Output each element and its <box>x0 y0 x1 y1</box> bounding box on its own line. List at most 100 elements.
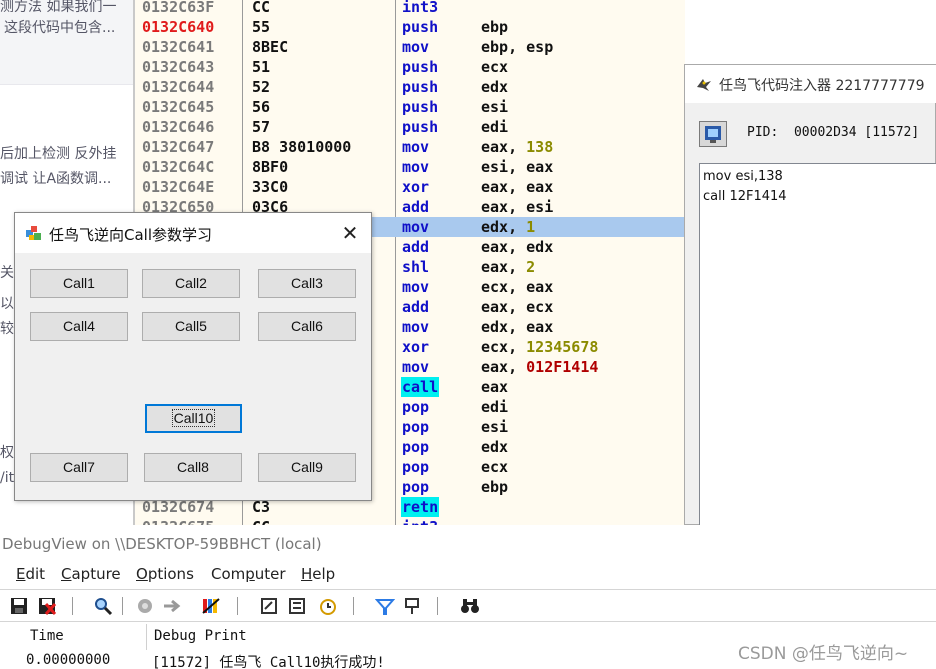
capture-icon[interactable] <box>135 596 155 616</box>
call7-button[interactable]: Call7 <box>30 453 128 482</box>
highlight-icon[interactable] <box>402 596 422 616</box>
disasm-row[interactable]: 0132C646 57 push edi <box>135 117 685 137</box>
disasm-operands: ebp <box>481 477 508 497</box>
disasm-row[interactable]: 0132C63F CC int3 <box>135 0 685 17</box>
call1-button[interactable]: Call1 <box>30 269 128 298</box>
log-time-cell[interactable]: 0.00000000 <box>26 652 110 668</box>
call4-button[interactable]: Call4 <box>30 312 128 341</box>
clock-icon[interactable] <box>318 596 338 616</box>
disasm-mnemonic: pop <box>402 478 430 496</box>
filter-icon[interactable] <box>375 596 395 616</box>
call10-label: Call10 <box>171 409 216 427</box>
disasm-mnemonic: add <box>402 238 430 256</box>
operand-token: eax, edx <box>481 238 554 256</box>
disasm-address: 0132C646 <box>142 118 215 136</box>
disasm-row[interactable]: 0132C644 52 push edx <box>135 77 685 97</box>
disasm-mnemonic: pop <box>402 438 430 456</box>
arrow-right-icon[interactable] <box>162 596 182 616</box>
operand-token: esi <box>481 98 509 116</box>
disasm-row[interactable]: 0132C675 CC int3 <box>135 517 685 525</box>
disasm-row[interactable]: 0132C643 51 push ecx <box>135 57 685 77</box>
process-picker-icon[interactable] <box>699 121 727 147</box>
operand-token: edi <box>481 398 509 416</box>
operand-token: eax <box>481 378 509 396</box>
menu-capture[interactable]: Capture <box>61 565 121 583</box>
disasm-operands: esi <box>481 97 508 117</box>
operand-token: ecx <box>481 58 509 76</box>
history-icon[interactable] <box>287 596 307 616</box>
disasm-mnemonic: int3 <box>401 517 439 525</box>
disasm-row[interactable]: 0132C64E 33C0 xor eax, eax <box>135 177 685 197</box>
disasm-row[interactable]: 0132C640 55 push ebp <box>135 17 685 37</box>
disasm-operands: esi <box>481 417 508 437</box>
call2-button[interactable]: Call2 <box>142 269 240 298</box>
disasm-bytes: 8BF0 <box>252 158 289 176</box>
blog-snippet[interactable]: 后加上检测 反外挂 <box>0 143 116 163</box>
pid-display: PID: 00002D34 [11572] <box>747 125 919 140</box>
disasm-operands: eax, ecx <box>481 297 553 317</box>
menu-edit[interactable]: Edit <box>16 565 45 583</box>
filter-color-icon[interactable] <box>201 596 221 616</box>
column-header-debug-print[interactable]: Debug Print <box>154 628 247 644</box>
operand-token: 138 <box>526 138 554 156</box>
disasm-row[interactable]: 0132C647 B8 38010000 mov eax, 138 <box>135 137 685 157</box>
blog-snippet: 这段代码中包含... <box>4 20 116 36</box>
disasm-row[interactable]: 0132C64C 8BF0 mov esi, eax <box>135 157 685 177</box>
injector-title-bar[interactable]: 任鸟飞代码注入器 2217777779 <box>685 65 936 103</box>
code-editor[interactable]: mov esi,138 call 12F1414 <box>699 163 936 526</box>
log-message-cell[interactable]: [11572] 任鸟飞 Call10执行成功! <box>152 652 385 669</box>
disasm-mnemonic: push <box>402 118 439 136</box>
disasm-operands: edx <box>481 77 508 97</box>
disasm-operands: edx <box>481 437 508 457</box>
dialog-title-bar[interactable]: 任鸟飞逆向Call参数学习 ✕ <box>15 213 371 253</box>
call3-button[interactable]: Call3 <box>258 269 356 298</box>
find-icon[interactable] <box>93 596 113 616</box>
disasm-mnemonic: mov <box>402 218 430 236</box>
menu-options[interactable]: Options <box>136 565 194 583</box>
disasm-address: 0132C64C <box>142 158 215 176</box>
blog-snippet[interactable]: 调试 让A函数调... <box>0 168 111 188</box>
properties-icon[interactable] <box>259 596 279 616</box>
disasm-bytes: CC <box>252 517 270 525</box>
disasm-address: 0132C640 <box>142 18 215 36</box>
divider <box>0 84 133 85</box>
disasm-operands: esi, eax <box>481 157 553 177</box>
blog-snippet: 权 <box>0 445 14 461</box>
call10-button[interactable]: Call10 <box>145 404 242 433</box>
disasm-mnemonic: mov <box>402 358 430 376</box>
column-header-time[interactable]: Time <box>30 628 64 644</box>
disasm-operands: eax, 2 <box>481 257 535 277</box>
operand-token: eax, eax <box>481 178 554 196</box>
disasm-operands: edi <box>481 117 508 137</box>
disasm-operands: ecx, 12345678 <box>481 337 598 357</box>
disasm-operands: eax <box>481 377 508 397</box>
disasm-mnemonic: mov <box>402 318 430 336</box>
disasm-mnemonic: mov <box>402 138 430 156</box>
toolbar-separator <box>353 597 354 615</box>
disasm-mnemonic: push <box>402 78 439 96</box>
call6-button[interactable]: Call6 <box>258 312 356 341</box>
clear-icon[interactable] <box>37 596 57 616</box>
disasm-mnemonic: push <box>402 98 439 116</box>
disasm-mnemonic: xor <box>402 178 430 196</box>
disasm-address: 0132C63F <box>142 0 215 16</box>
save-icon[interactable] <box>9 596 29 616</box>
close-icon[interactable]: ✕ <box>337 221 363 245</box>
operand-token: 2 <box>526 258 536 276</box>
operand-token: ecx, <box>481 338 527 356</box>
blog-snippet: 以 <box>0 296 14 312</box>
disasm-bytes: B8 38010000 <box>252 138 352 156</box>
disasm-row[interactable]: 0132C645 56 push esi <box>135 97 685 117</box>
call8-button[interactable]: Call8 <box>144 453 242 482</box>
disasm-bytes: 56 <box>252 98 271 116</box>
call9-button[interactable]: Call9 <box>258 453 356 482</box>
disasm-row[interactable]: 0132C641 8BEC mov ebp, esp <box>135 37 685 57</box>
call5-button[interactable]: Call5 <box>142 312 240 341</box>
menu-computer[interactable]: Computer <box>211 565 286 583</box>
binoculars-icon[interactable] <box>460 596 480 616</box>
debugview-title: DebugView on \\DESKTOP-59BBHCT (local) <box>2 535 322 553</box>
column-separator[interactable] <box>146 624 147 650</box>
menu-help[interactable]: Help <box>301 565 335 583</box>
disasm-operands: eax, 138 <box>481 137 553 157</box>
disasm-operands: eax, eax <box>481 177 553 197</box>
